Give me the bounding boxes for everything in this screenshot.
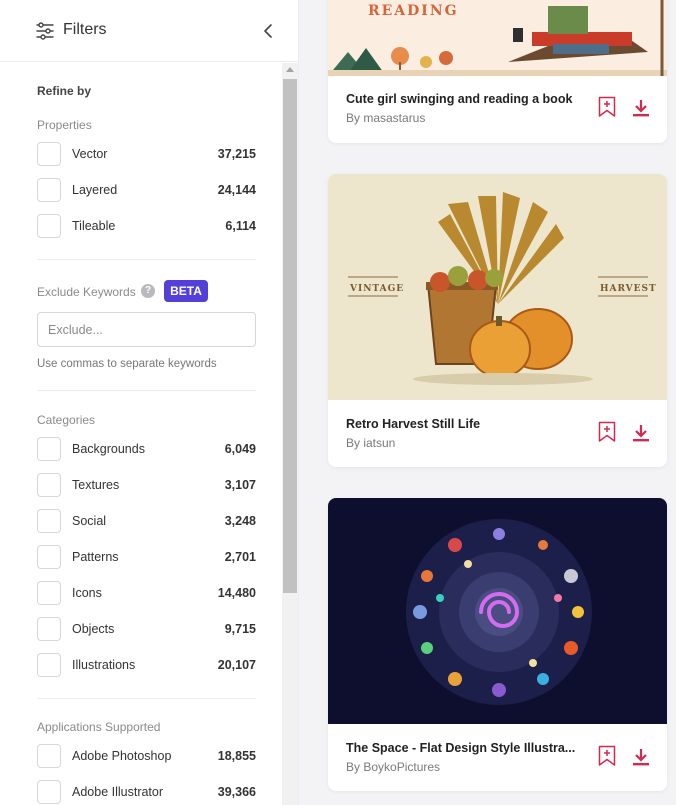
checkbox[interactable] [37, 178, 61, 202]
filters-header: Filters [0, 0, 298, 62]
resource-card[interactable]: VINTAGE HARVEST Retro Harvest Still Life… [328, 174, 667, 467]
thumbnail-text-left: VINTAGE [349, 284, 404, 294]
refine-by-label: Refine by [37, 84, 92, 98]
checkbox[interactable] [37, 744, 61, 768]
thumbnail-text-right: HARVEST [600, 284, 657, 294]
exclude-hint: Use commas to separate keywords [37, 358, 217, 370]
option-label: Vector [72, 147, 108, 161]
categories-heading: Categories [37, 413, 96, 427]
option-label: Objects [72, 622, 115, 636]
filter-option-social[interactable]: Social 3,248 [37, 509, 256, 535]
option-count: 6,049 [224, 442, 256, 456]
checkbox[interactable] [37, 780, 61, 804]
card-title[interactable]: The Space - Flat Design Style Illustra..… [346, 741, 575, 755]
option-label: Icons [72, 586, 102, 600]
checkbox[interactable] [37, 653, 61, 677]
checkbox[interactable] [37, 473, 61, 497]
bookmark-add-icon[interactable] [598, 745, 616, 767]
checkbox[interactable] [37, 509, 61, 533]
option-count: 3,107 [224, 478, 256, 492]
checkbox[interactable] [37, 617, 61, 641]
divider [37, 698, 256, 699]
option-count: 3,248 [224, 514, 256, 528]
option-count: 18,855 [217, 749, 256, 763]
scroll-up-arrow-icon[interactable] [286, 67, 294, 72]
divider [37, 259, 256, 260]
filters-content: Refine by Properties Vector 37,215 Layer… [0, 63, 282, 805]
checkbox[interactable] [37, 142, 61, 166]
option-label: Adobe Photoshop [72, 749, 172, 763]
filter-option-icons[interactable]: Icons 14,480 [37, 581, 256, 607]
card-thumbnail[interactable]: READING [328, 0, 667, 76]
card-thumbnail[interactable] [328, 498, 667, 724]
resource-card[interactable]: The Space - Flat Design Style Illustra..… [328, 498, 667, 791]
sidebar-scrollbar[interactable] [282, 63, 298, 805]
option-label: Layered [72, 183, 118, 197]
thumbnail-text: READING [368, 3, 459, 19]
checkbox[interactable] [37, 581, 61, 605]
option-count: 6,114 [225, 219, 256, 233]
option-label: Patterns [72, 550, 119, 564]
option-count: 14,480 [217, 586, 256, 600]
option-label: Tileable [72, 219, 116, 233]
card-author[interactable]: By iatsun [346, 436, 395, 450]
checkbox[interactable] [37, 214, 61, 238]
filter-option-textures[interactable]: Textures 3,107 [37, 473, 256, 499]
card-author[interactable]: By masastarus [346, 111, 425, 125]
card-title[interactable]: Cute girl swinging and reading a book [346, 92, 572, 106]
filter-option-vector[interactable]: Vector 37,215 [37, 142, 256, 168]
filter-option-adobe-photoshop[interactable]: Adobe Photoshop 18,855 [37, 744, 256, 770]
exclude-keywords-input[interactable] [37, 312, 256, 347]
applications-heading: Applications Supported [37, 720, 161, 734]
bookmark-add-icon[interactable] [598, 96, 616, 118]
option-count: 39,366 [217, 785, 256, 799]
properties-heading: Properties [37, 118, 92, 132]
filter-option-layered[interactable]: Layered 24,144 [37, 178, 256, 204]
option-label: Textures [72, 478, 120, 492]
filter-option-backgrounds[interactable]: Backgrounds 6,049 [37, 437, 256, 463]
option-count: 37,215 [217, 147, 256, 161]
option-count: 9,715 [224, 622, 256, 636]
option-label: Illustrations [72, 658, 136, 672]
card-title[interactable]: Retro Harvest Still Life [346, 417, 480, 431]
download-icon[interactable] [631, 747, 651, 767]
exclude-keywords-heading: Exclude Keywords [37, 285, 136, 299]
resource-card[interactable]: READING Cute girl swinging and reading a… [328, 0, 667, 143]
bookmark-add-icon[interactable] [598, 421, 616, 443]
beta-badge: BETA [164, 280, 208, 302]
filter-option-tileable[interactable]: Tileable 6,114 [37, 214, 256, 240]
checkbox[interactable] [37, 545, 61, 569]
divider [37, 390, 256, 391]
filters-title: Filters [63, 21, 107, 38]
filter-option-patterns[interactable]: Patterns 2,701 [37, 545, 256, 571]
checkbox[interactable] [37, 437, 61, 461]
help-icon[interactable]: ? [141, 284, 155, 298]
filters-sidebar: Filters Refine by Properties Vector 37,2… [0, 0, 299, 805]
card-thumbnail[interactable]: VINTAGE HARVEST [328, 174, 667, 400]
filter-option-objects[interactable]: Objects 9,715 [37, 617, 256, 643]
filter-option-illustrations[interactable]: Illustrations 20,107 [37, 653, 256, 679]
filter-option-adobe-illustrator[interactable]: Adobe Illustrator 39,366 [37, 780, 256, 805]
chevron-left-icon[interactable] [259, 21, 277, 41]
option-count: 20,107 [217, 658, 256, 672]
download-icon[interactable] [631, 423, 651, 443]
scroll-thumb[interactable] [283, 79, 297, 593]
option-count: 2,701 [224, 550, 256, 564]
card-author[interactable]: By BoykoPictures [346, 760, 440, 774]
filter-sliders-icon [36, 22, 54, 40]
option-count: 24,144 [217, 183, 256, 197]
option-label: Backgrounds [72, 442, 145, 456]
option-label: Adobe Illustrator [72, 785, 164, 799]
option-label: Social [72, 514, 107, 528]
download-icon[interactable] [631, 98, 651, 118]
